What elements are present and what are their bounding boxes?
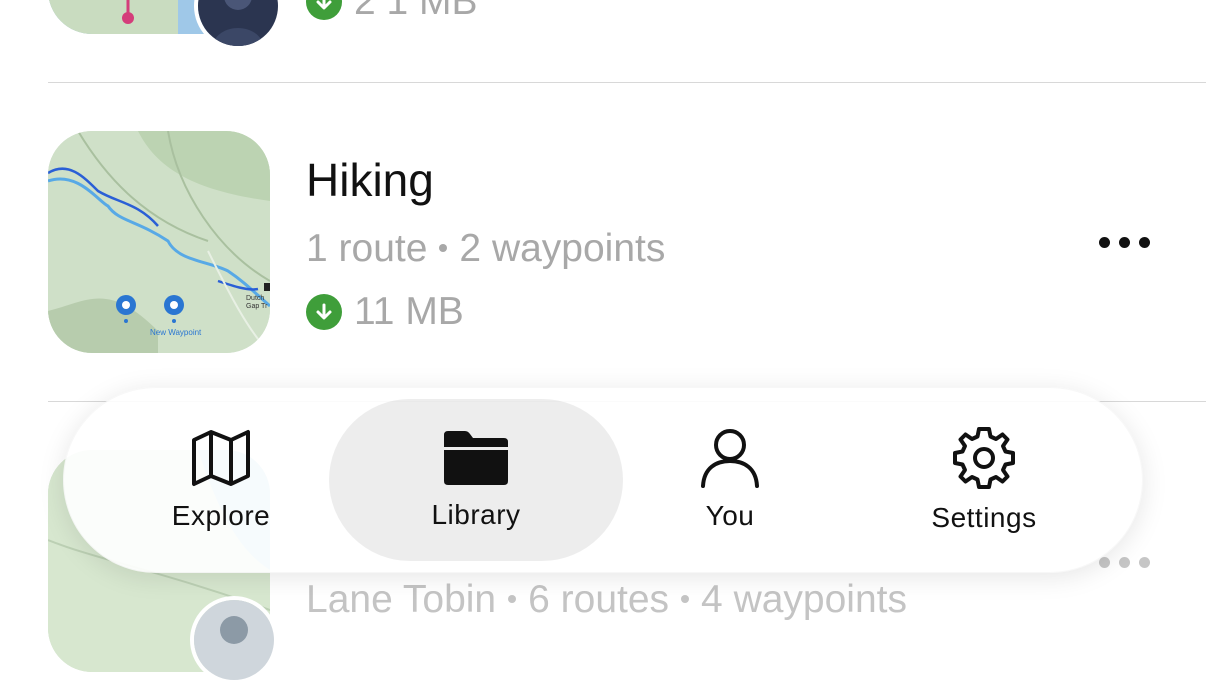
separator-dot [508,594,517,603]
tab-bar: Explore Library You Settings [63,387,1143,573]
row-0-size-text: 2 1 MB [354,0,478,23]
row-title[interactable]: Hiking [306,157,434,203]
map-icon [191,428,251,488]
map-label: Dutch Gap Tr [246,295,268,310]
tab-settings-label: Settings [931,502,1037,533]
tab-settings[interactable]: Settings [884,399,1084,561]
map-label: New Waypoint [150,328,202,337]
waypoint-count: 4 waypoints [701,578,907,621]
tab-explore-label: Explore [171,500,271,531]
divider [48,82,1206,83]
row-size-text: 11 MB [354,290,464,333]
more-options-button[interactable] [1099,557,1150,568]
avatar [194,0,282,50]
tab-you-label: You [705,500,755,531]
separator-dot [681,594,690,603]
folder-icon [443,429,509,487]
author-name: Lane Tobin [306,578,497,621]
gear-icon [952,426,1016,490]
row-size: 11 MB [306,292,464,331]
tab-you[interactable]: You [630,399,830,561]
list-thumbnail-map[interactable]: New Waypoint Dutch Gap Tr [48,131,270,353]
separator-dot [439,243,448,252]
downloaded-icon [306,0,342,20]
row-meta: Lane Tobin 6 routes 4 waypoints [306,580,907,619]
tab-library-label: Library [431,499,521,530]
tab-explore[interactable]: Explore [121,399,321,561]
row-meta: 1 route 2 waypoints [306,229,665,268]
row-0-size: 2 1 MB [306,0,478,21]
tab-library[interactable]: Library [329,399,623,561]
ellipsis-icon [1099,237,1110,248]
waypoint-count: 2 waypoints [459,227,666,270]
more-options-button[interactable] [1099,237,1150,248]
avatar [190,596,278,684]
route-count: 6 routes [528,578,670,621]
person-icon [700,428,760,488]
route-count: 1 route [306,227,428,270]
map-thumbnail-image [48,131,270,353]
ellipsis-icon [1099,557,1110,568]
downloaded-icon [306,293,342,330]
